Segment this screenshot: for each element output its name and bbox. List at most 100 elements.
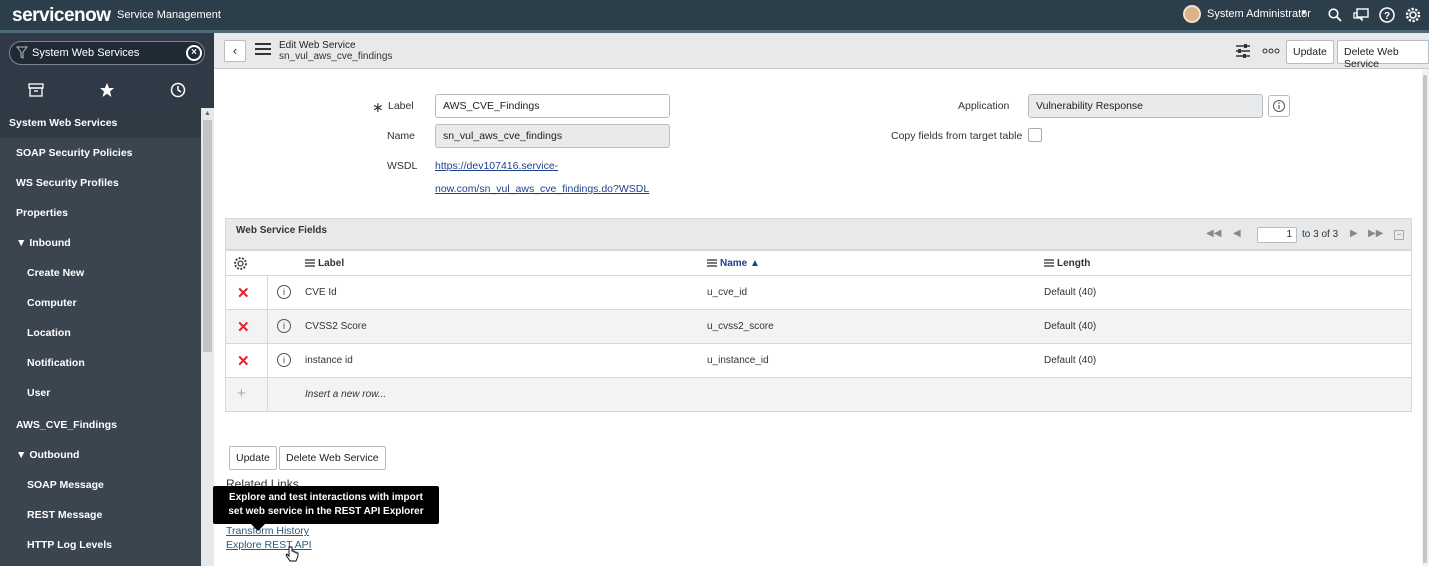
close-icon[interactable]: × <box>186 45 202 61</box>
hand-cursor-icon <box>285 546 299 562</box>
delete-row-icon[interactable]: ✕ <box>237 352 250 370</box>
nav-item-soap-security-policies[interactable]: SOAP Security Policies <box>0 138 201 168</box>
page-number-input[interactable]: 1 <box>1257 227 1297 243</box>
header-delete-button[interactable]: Delete Web Service <box>1337 40 1429 70</box>
chevron-down-icon[interactable]: ▼ <box>1300 8 1308 17</box>
nav-item-user[interactable]: User <box>0 378 201 408</box>
nav-item-properties[interactable]: Properties <box>0 198 201 228</box>
delete-web-service-button[interactable]: Delete Web Service <box>279 446 386 470</box>
collapse-icon[interactable]: − <box>1394 230 1404 240</box>
copy-fields-checkbox[interactable] <box>1028 128 1042 142</box>
column-menu-icon[interactable] <box>707 259 717 268</box>
row-info-icon[interactable]: i <box>277 285 291 299</box>
column-header-length[interactable]: Length <box>1044 258 1090 269</box>
delete-row-icon[interactable]: ✕ <box>237 318 250 336</box>
column-header-name[interactable]: Name ▲ <box>707 258 760 269</box>
row-divider <box>267 276 268 309</box>
table-row[interactable]: ✕ i CVSS2 Score u_cvss2_score Default (4… <box>225 310 1412 344</box>
page-count-text: to 3 of 3 <box>1302 229 1339 240</box>
user-menu[interactable]: System Administrator <box>1207 8 1311 20</box>
filter-icon <box>16 46 28 59</box>
row-divider <box>267 344 268 377</box>
nav-item-create-new[interactable]: Create New <box>0 258 201 288</box>
mandatory-asterisk-icon: ∗ <box>372 99 384 115</box>
form-title: Edit Web Service <box>279 40 356 51</box>
search-icon[interactable] <box>1325 5 1345 25</box>
nav-item-location[interactable]: Location <box>0 318 201 348</box>
nav-module-system-web-services[interactable]: System Web Services <box>0 108 201 138</box>
last-page-icon[interactable]: ▶▶ <box>1368 228 1383 239</box>
nav-item-rest-message[interactable]: REST Message <box>0 500 201 530</box>
row-info-icon[interactable]: i <box>277 319 291 333</box>
row-info-icon[interactable]: i <box>277 353 291 367</box>
filter-input[interactable]: System Web Services <box>32 47 139 59</box>
triangle-down-icon: ▼ <box>16 237 30 249</box>
main-scroll-thumb[interactable] <box>1423 75 1427 563</box>
info-icon[interactable] <box>1268 95 1290 117</box>
back-button[interactable]: ‹ <box>224 40 246 62</box>
table-row[interactable]: ✕ i instance id u_instance_id Default (4… <box>225 344 1412 378</box>
hamburger-menu-icon[interactable] <box>255 43 271 57</box>
column-header-label[interactable]: Label <box>305 258 344 269</box>
nav-item-computer[interactable]: Computer <box>0 288 201 318</box>
nav-item-ws-security-profiles[interactable]: WS Security Profiles <box>0 168 201 198</box>
name-input[interactable]: sn_vul_aws_cve_findings <box>435 124 670 148</box>
archive-icon[interactable] <box>26 81 46 99</box>
prev-page-icon[interactable]: ◀ <box>1233 228 1241 239</box>
cell-label[interactable]: instance id <box>305 355 353 366</box>
insert-row[interactable]: + Insert a new row... <box>225 378 1412 412</box>
application-input[interactable]: Vulnerability Response <box>1028 94 1263 118</box>
nav-item-notification[interactable]: Notification <box>0 348 201 378</box>
table-row[interactable]: ✕ i CVE Id u_cve_id Default (40) <box>225 276 1412 310</box>
nav-item-soap-message[interactable]: SOAP Message <box>0 470 201 500</box>
cell-name[interactable]: u_instance_id <box>707 355 769 366</box>
transform-history-link[interactable]: Transform History <box>226 525 309 537</box>
cell-length[interactable]: Default (40) <box>1044 321 1096 332</box>
copy-fields-label: Copy fields from target table <box>891 130 1023 142</box>
cell-name[interactable]: u_cvss2_score <box>707 321 774 332</box>
related-list-title: Web Service Fields <box>236 225 327 236</box>
scroll-thumb[interactable] <box>203 120 212 352</box>
label-field-label: Label <box>388 100 414 112</box>
plus-icon[interactable]: + <box>237 385 246 402</box>
main-scrollbar[interactable] <box>1422 69 1429 566</box>
servicenow-logo[interactable]: servicenow <box>12 5 111 27</box>
list-settings-gear-icon[interactable] <box>233 256 248 274</box>
help-icon[interactable]: ? <box>1377 5 1397 25</box>
wsdl-link-line1[interactable]: https://dev107416.service- <box>435 160 558 172</box>
application-navigator: System Web Services × System Web Service… <box>0 33 214 566</box>
wsdl-link-line2[interactable]: now.com/sn_vul_aws_cve_findings.do?WSDL <box>435 183 649 195</box>
column-menu-icon[interactable] <box>305 259 315 268</box>
nav-item-http-log-levels[interactable]: HTTP Log Levels <box>0 530 201 560</box>
next-page-icon[interactable]: ▶ <box>1350 228 1358 239</box>
product-name: Service Management <box>117 9 221 21</box>
navigator-filter[interactable]: System Web Services × <box>9 41 205 65</box>
nav-section-inbound[interactable]: ▼ Inbound <box>0 228 201 258</box>
cell-name[interactable]: u_cve_id <box>707 287 747 298</box>
personalize-form-icon[interactable] <box>1235 43 1251 59</box>
navigator-list: System Web Services SOAP Security Polici… <box>0 108 201 566</box>
delete-row-icon[interactable]: ✕ <box>237 284 250 302</box>
update-button[interactable]: Update <box>229 446 277 470</box>
insert-row-label[interactable]: Insert a new row... <box>305 389 386 400</box>
column-menu-icon[interactable] <box>1044 259 1054 268</box>
label-input[interactable]: AWS_CVE_Findings <box>435 94 670 118</box>
first-page-icon[interactable]: ◀◀ <box>1206 228 1221 239</box>
wsdl-field-label: WSDL <box>387 160 418 172</box>
header-update-button[interactable]: Update <box>1286 40 1334 64</box>
more-options-icon[interactable] <box>1262 43 1280 59</box>
cell-label[interactable]: CVSS2 Score <box>305 321 367 332</box>
related-list-header: Web Service Fields ◀◀ ◀ 1 to 3 of 3 ▶ ▶▶… <box>225 218 1412 250</box>
gear-icon[interactable] <box>1403 5 1423 25</box>
application-field-label: Application <box>958 100 1010 112</box>
cell-length[interactable]: Default (40) <box>1044 355 1096 366</box>
avatar[interactable] <box>1183 5 1201 23</box>
nav-section-outbound[interactable]: ▼ Outbound <box>0 440 201 470</box>
scroll-up-icon[interactable]: ▲ <box>204 110 211 117</box>
star-icon[interactable] <box>97 81 117 99</box>
cell-length[interactable]: Default (40) <box>1044 287 1096 298</box>
cell-label[interactable]: CVE Id <box>305 287 337 298</box>
history-icon[interactable] <box>168 81 188 99</box>
chat-icon[interactable] <box>1351 5 1371 25</box>
nav-item-aws-cve-findings[interactable]: AWS_CVE_Findings <box>0 410 201 440</box>
